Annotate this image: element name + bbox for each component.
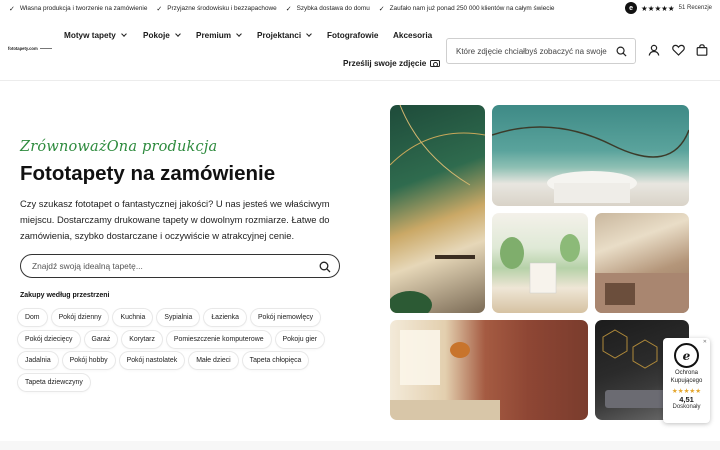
usp-text: Szybka dostawa do domu	[296, 5, 370, 12]
nav-item-premium[interactable]: Premium	[196, 31, 242, 40]
section-divider	[0, 441, 720, 450]
check-icon: ✓	[285, 5, 292, 13]
nav-item-pokoje[interactable]: Pokoje	[143, 31, 181, 40]
usp-item: ✓ Zaufało nam już ponad 250 000 klientów …	[379, 5, 555, 13]
usp-bar: ✓ Własna produkcja i tworzenie na zamówie…	[0, 0, 720, 17]
chevron-down-icon	[121, 31, 127, 37]
rating-label: Doskonały	[672, 404, 701, 410]
rooms-heading: Zakupy według przestrzeni	[20, 292, 110, 299]
rating-stars: ★★★★★	[671, 388, 702, 395]
nav-item-fotografowie[interactable]: Fotografowie	[327, 31, 378, 40]
usp-item: ✓ Szybka dostawa do domu	[286, 5, 370, 13]
usp-text: Przyjazne środowisku i bezzapachowe	[167, 5, 277, 12]
room-chip[interactable]: Kuchnia	[113, 309, 153, 326]
trusted-shops-logo-icon: e	[674, 343, 699, 368]
cart-icon[interactable]	[696, 44, 708, 56]
gallery-image-beach-room[interactable]	[595, 213, 689, 313]
camera-icon	[430, 60, 441, 67]
gallery-image-almond-blossom[interactable]	[492, 105, 689, 206]
leaf-pattern	[390, 105, 485, 313]
gallery-image-tropical-leaves[interactable]	[390, 105, 485, 313]
hero-description: Czy szukasz fototapet o fantastycznej ja…	[20, 198, 330, 241]
room-chip[interactable]: Pokój niemowlęcy	[250, 309, 321, 326]
room-chip[interactable]: Dom	[18, 309, 47, 326]
site-logo[interactable]: fototapety.com	[8, 46, 52, 51]
account-icon[interactable]	[648, 44, 660, 56]
buyer-protection-label: Ochrona Kupującego	[670, 370, 703, 384]
hero-search-input[interactable]: Znajdź swoją idealną tapetę...	[20, 254, 340, 278]
trusted-shops-icon: e	[625, 2, 638, 14]
room-chip[interactable]: Pokój dzienny	[51, 309, 109, 326]
gallery-image-brick-wall[interactable]	[390, 320, 588, 420]
check-icon: ✓	[9, 5, 15, 13]
search-icon[interactable]	[319, 261, 331, 273]
usp-item: ✓ Własna produkcja i tworzenie na zamówie…	[9, 5, 147, 13]
nav-item-motyw-tapety[interactable]: Motyw tapety	[64, 31, 127, 40]
kids-pattern	[500, 234, 580, 294]
room-chip[interactable]: Garaż	[84, 330, 118, 348]
room-chip[interactable]: Sypialnia	[157, 309, 200, 326]
check-icon: ✓	[378, 5, 385, 13]
header-search-input[interactable]: Które zdjęcie chciałbyś zobaczyć na swoj…	[446, 38, 636, 64]
trusted-shops-badge[interactable]: ✕ e Ochrona Kupującego ★★★★★ 4,51 Doskona…	[663, 338, 710, 423]
nav-item-projektanci[interactable]: Projektanci	[257, 31, 312, 40]
rating-stars: ★★★★★	[641, 3, 675, 13]
room-chip[interactable]: Pokój hobby	[62, 352, 115, 369]
brick-pattern	[390, 330, 500, 420]
blossom-pattern	[492, 126, 689, 203]
nav-item-akcesoria[interactable]: Akcesoria	[393, 31, 432, 40]
chevron-down-icon	[306, 31, 312, 37]
chevron-down-icon	[175, 31, 181, 37]
room-chip[interactable]: Małe dzieci	[189, 352, 238, 369]
usp-text: Zaufało nam już ponad 250 000 klientów n…	[389, 5, 555, 12]
rating-score: 4,51	[679, 395, 694, 404]
room-chip-list: Dom Pokój dzienny Kuchnia Sypialnia Łazi…	[18, 309, 338, 395]
room-chip[interactable]: Jadalnia	[18, 352, 58, 369]
site-header: fototapety.com Motyw tapety Pokoje Premi…	[0, 17, 720, 81]
hero-tagline: ZrównoważOna produkcja	[20, 139, 218, 155]
page-title: Fototapety na zamówienie	[20, 162, 276, 185]
usp-text: Własna produkcja i tworzenie na zamówien…	[19, 5, 148, 12]
heart-icon[interactable]	[672, 44, 685, 56]
room-pattern	[595, 273, 689, 313]
chevron-down-icon	[236, 31, 242, 37]
room-chip[interactable]: Łazienka	[204, 309, 246, 326]
room-chip[interactable]: Korytarz	[122, 330, 162, 348]
review-rating[interactable]: e ★★★★★ 51 Recenzje	[625, 2, 712, 14]
room-chip[interactable]: Pomieszczenie komputerowe	[166, 330, 271, 348]
close-icon[interactable]: ✕	[703, 339, 707, 345]
room-chip[interactable]: Pokój dziecięcy	[18, 330, 80, 348]
upload-photo-link[interactable]: Prześlij swoje zdjęcie	[343, 59, 441, 68]
usp-item: ✓ Przyjazne środowisku i bezzapachowe	[156, 5, 276, 13]
search-icon[interactable]	[616, 46, 627, 57]
review-count[interactable]: 51 Recenzje	[679, 5, 712, 11]
room-chip[interactable]: Pokój nastolatek	[119, 352, 185, 369]
room-chip[interactable]: Tapeta dziewczyny	[18, 373, 90, 391]
room-chip[interactable]: Tapeta chłopięca	[242, 352, 309, 369]
room-chip[interactable]: Pokoju gier	[275, 330, 325, 348]
gallery-image-kids-room[interactable]	[492, 213, 588, 313]
check-icon: ✓	[156, 5, 163, 13]
